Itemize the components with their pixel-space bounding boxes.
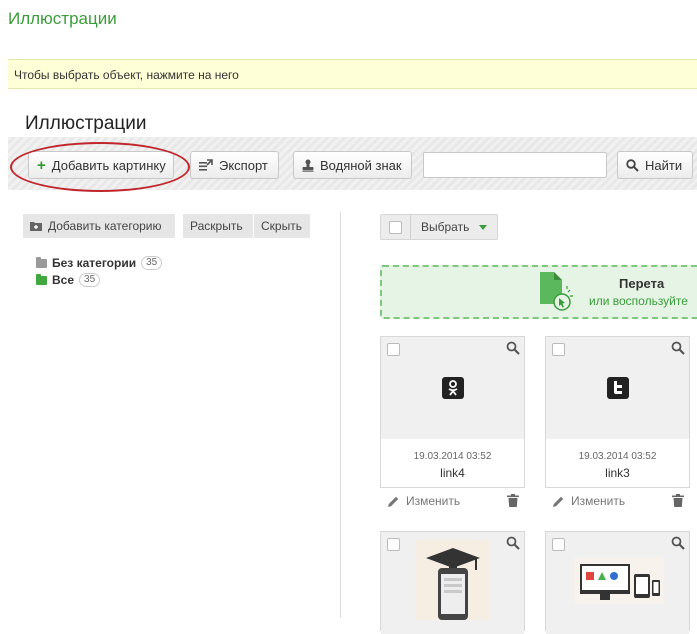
trash-icon[interactable] [672,494,684,512]
select-all-checkbox[interactable] [389,221,402,234]
category-count: 35 [79,273,101,287]
file-upload-icon [538,272,574,317]
card-thumbnail[interactable] [381,337,524,439]
collapse-label: Скрыть [261,219,302,233]
image-card[interactable] [545,531,690,634]
select-label: Выбрать [421,220,470,234]
select-control: Выбрать [380,214,498,240]
page-title: Иллюстрации [25,113,147,134]
panel-divider [340,212,341,618]
add-category-label: Добавить категорию [48,219,162,233]
edit-label: Изменить [571,494,626,508]
card-checkbox[interactable] [552,343,565,356]
pencil-icon [553,496,564,507]
card-actions: Изменить [380,488,525,514]
export-label: Экспорт [219,157,268,173]
card-thumbnail[interactable] [546,532,689,634]
edit-button[interactable]: Изменить [552,494,625,508]
watermark-button[interactable]: Водяной знак [293,151,412,179]
card-checkbox[interactable] [387,343,400,356]
dropdown-arrow-icon [479,224,488,230]
folder-icon [36,273,47,285]
app-title: Иллюстрации [8,9,117,28]
card-name: link3 [605,466,630,480]
twitter-icon [607,377,629,404]
plus-icon: + [37,156,46,174]
upload-dropzone[interactable]: Перета или воспользуйте [380,265,697,319]
card-actions: Изменить [545,488,690,514]
category-all[interactable]: Все 35 [36,273,101,287]
zoom-icon[interactable] [671,536,685,555]
dropzone-subtitle: или воспользуйте [589,294,688,308]
export-button[interactable]: Экспорт [190,151,279,179]
category-count: 35 [141,256,163,270]
zoom-icon[interactable] [671,341,685,360]
search-label: Найти [645,157,683,173]
select-dropdown[interactable]: Выбрать [411,215,497,239]
edit-label: Изменить [406,494,461,508]
edit-button[interactable]: Изменить [387,494,460,508]
add-category-button[interactable]: Добавить категорию [23,214,175,238]
trash-icon[interactable] [507,494,519,512]
search-input[interactable] [423,152,607,178]
odnoklassniki-icon [442,377,464,404]
add-image-label: Добавить картинку [51,157,166,173]
collapse-button[interactable]: Скрыть [254,214,310,238]
image-card[interactable]: 19.03.2014 03:52 link4 [380,336,525,488]
add-folder-icon [30,221,42,231]
search-icon [626,158,639,172]
image-card[interactable] [380,531,525,634]
image-card[interactable]: 19.03.2014 03:52 link3 [545,336,690,488]
zoom-icon[interactable] [506,536,520,555]
card-thumbnail[interactable] [546,337,689,439]
card-date: 19.03.2014 03:52 [413,451,492,462]
export-icon [199,159,213,171]
dropzone-title: Перета [619,276,665,291]
expand-button[interactable]: Раскрыть [183,214,253,238]
add-image-button[interactable]: + Добавить картинку [28,151,174,179]
card-checkbox[interactable] [387,538,400,551]
expand-label: Раскрыть [190,219,243,233]
pencil-icon [388,496,399,507]
category-uncategorized[interactable]: Без категории 35 [36,256,163,270]
card-checkbox[interactable] [552,538,565,551]
devices-icon [574,558,664,609]
hint-bar: Чтобы выбрать объект, нажмите на него [8,59,697,89]
folder-icon [36,256,47,268]
category-label: Все [52,273,75,287]
card-date: 19.03.2014 03:52 [578,451,657,462]
category-label: Без категории [52,256,137,270]
hint-text: Чтобы выбрать объект, нажмите на него [14,68,239,82]
stamp-icon [302,159,314,172]
zoom-icon[interactable] [506,341,520,360]
card-thumbnail[interactable] [381,532,524,634]
search-button[interactable]: Найти [617,151,693,179]
graduation-phone-icon [416,540,490,625]
watermark-label: Водяной знак [320,157,402,173]
card-name: link4 [440,466,465,480]
